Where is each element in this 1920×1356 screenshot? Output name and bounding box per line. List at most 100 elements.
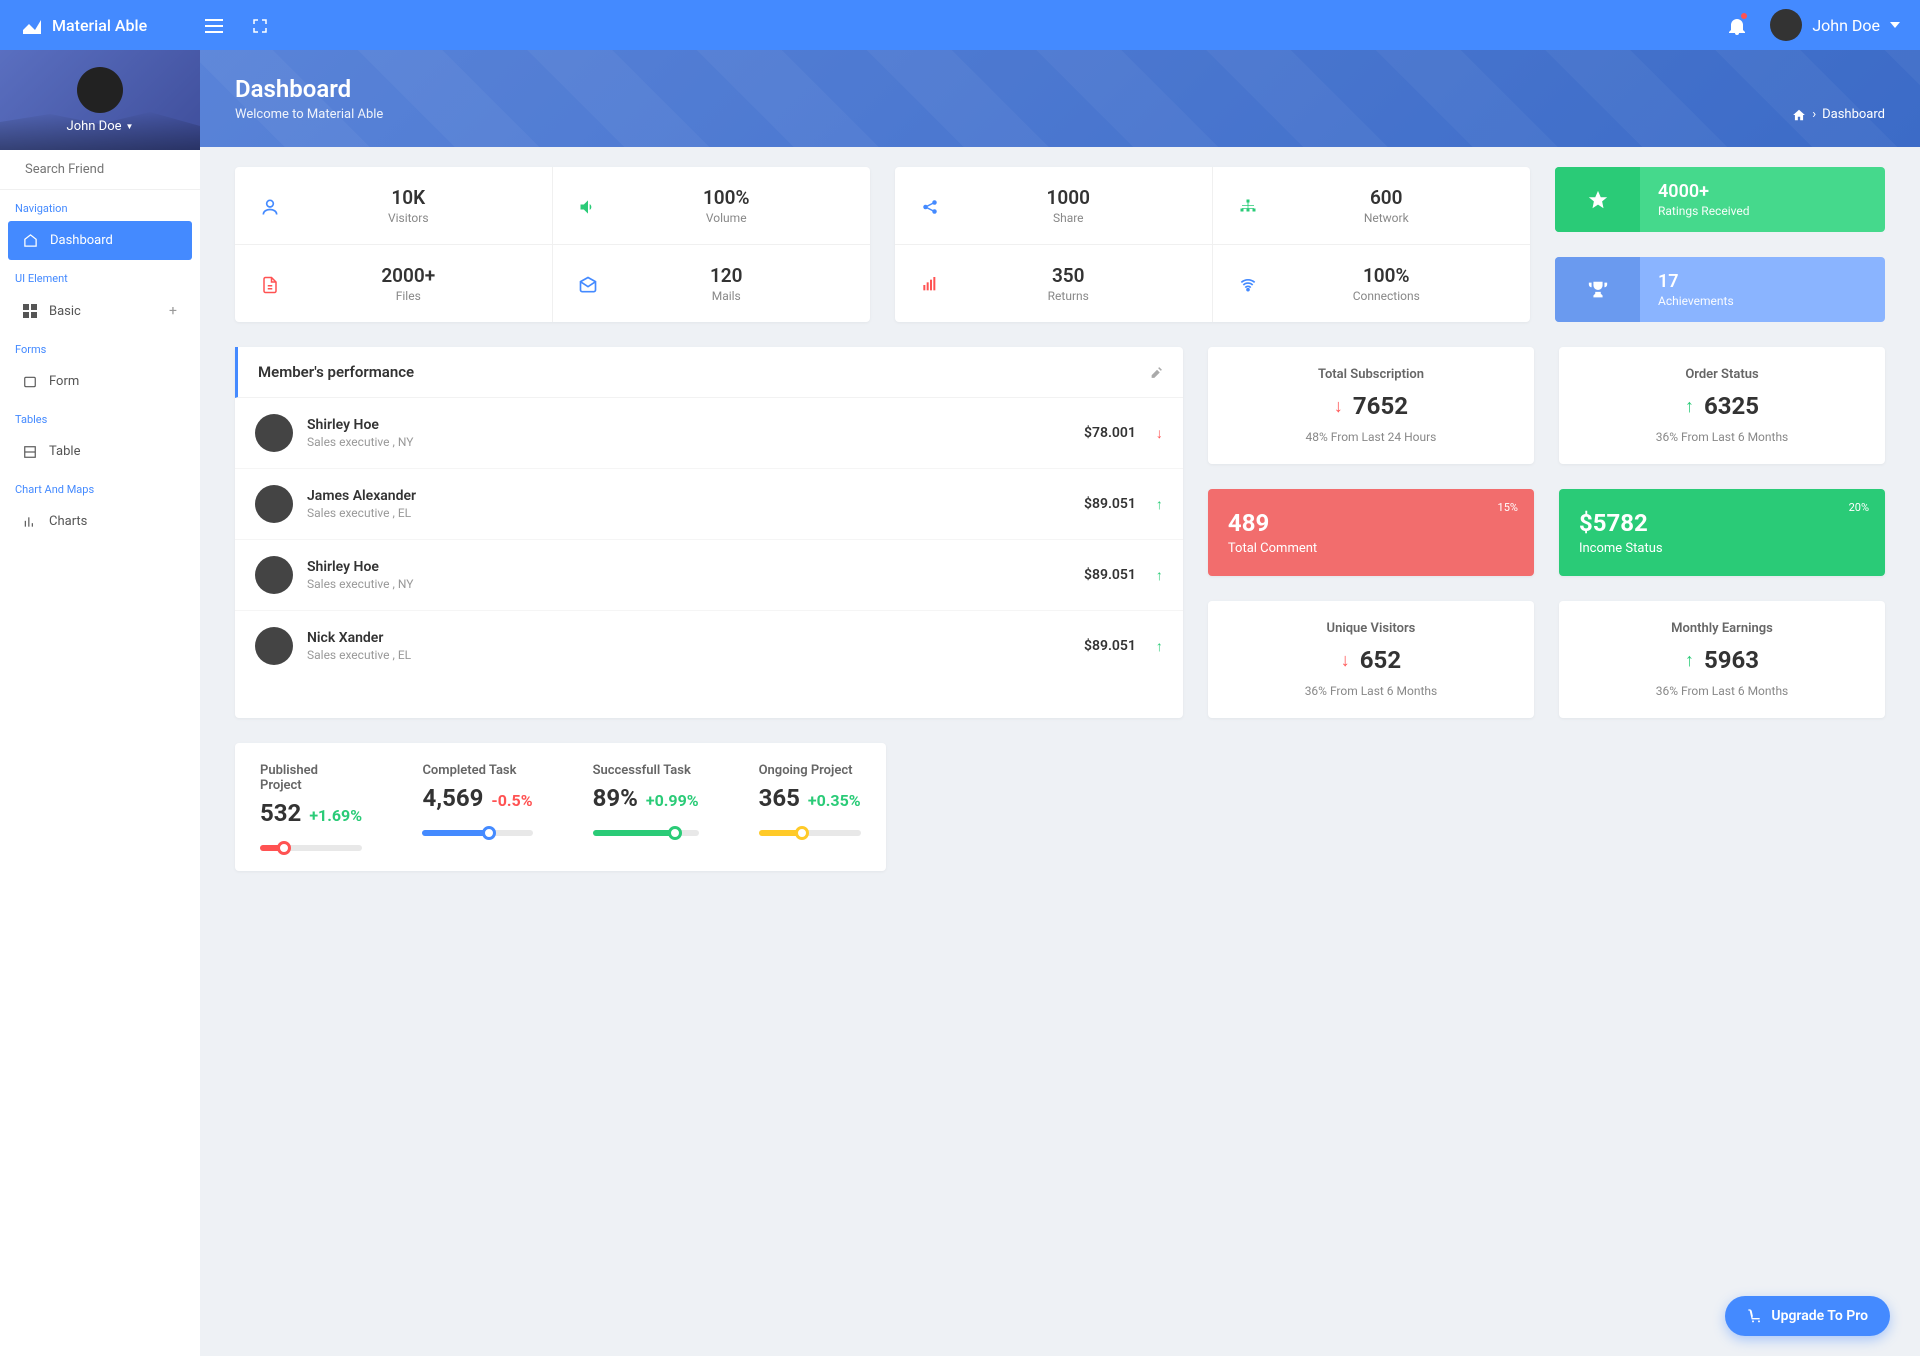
kpi-value: 489 bbox=[1228, 509, 1514, 537]
form-icon bbox=[23, 375, 37, 389]
home-icon bbox=[23, 233, 38, 248]
trend-down-icon: ↓ bbox=[1334, 396, 1343, 417]
progress-bar[interactable] bbox=[422, 830, 532, 836]
stat-cell: 120Mails bbox=[553, 245, 871, 322]
progress-bar[interactable] bbox=[593, 830, 699, 836]
kpi-note: 36% From Last 6 Months bbox=[1579, 430, 1865, 444]
logo[interactable]: Material Able bbox=[20, 13, 195, 37]
progress-knob[interactable] bbox=[482, 826, 496, 840]
project-stat: Published Project532+1.69% bbox=[260, 763, 362, 851]
avatar bbox=[255, 627, 293, 665]
avatar bbox=[255, 414, 293, 452]
page-subtitle: Welcome to Material Able bbox=[235, 107, 383, 122]
kpi-title: Unique Visitors bbox=[1228, 621, 1514, 636]
user-menu[interactable]: John Doe bbox=[1770, 9, 1900, 41]
performance-row[interactable]: Nick XanderSales executive , EL$89.051↑ bbox=[235, 611, 1183, 681]
kpi-total-comment[interactable]: 15% 489 Total Comment bbox=[1208, 489, 1534, 576]
performance-card: Member's performance Shirley HoeSales ex… bbox=[235, 347, 1183, 718]
kpi-card[interactable]: Unique Visitors↓65236% From Last 6 Month… bbox=[1208, 601, 1534, 718]
sidebar-item-dashboard[interactable]: Dashboard bbox=[8, 221, 192, 260]
member-amount: $89.051 bbox=[1084, 638, 1136, 654]
home-icon[interactable] bbox=[1792, 108, 1806, 122]
stat-icon bbox=[915, 272, 945, 296]
project-value: 532 bbox=[260, 799, 301, 827]
project-stat: Completed Task4,569-0.5% bbox=[422, 763, 532, 851]
sidebar-item-table[interactable]: Table bbox=[8, 432, 192, 471]
stat-cell: 100% Volume bbox=[553, 167, 871, 245]
section-tables: Tables bbox=[0, 401, 200, 432]
upgrade-button[interactable]: Upgrade To Pro bbox=[1725, 1296, 1890, 1336]
kpi-title: Order Status bbox=[1579, 367, 1865, 382]
nav-label: Basic bbox=[49, 304, 81, 319]
kpi-card[interactable]: Monthly Earnings↑596336% From Last 6 Mon… bbox=[1559, 601, 1885, 718]
project-change: +0.35% bbox=[808, 791, 861, 810]
stat-cell: 350Returns bbox=[895, 245, 1213, 322]
page-title: Dashboard bbox=[235, 75, 383, 103]
stat-value: 100% bbox=[603, 186, 851, 209]
notifications-icon[interactable] bbox=[1729, 15, 1745, 35]
kpi-note: 48% From Last 24 Hours bbox=[1228, 430, 1514, 444]
kpi-title: Monthly Earnings bbox=[1579, 621, 1865, 636]
stat-icon bbox=[255, 272, 285, 296]
breadcrumb-current: Dashboard bbox=[1822, 107, 1885, 122]
project-value: 89% bbox=[593, 784, 638, 812]
stat-value: 1000 bbox=[945, 186, 1192, 209]
stat-label: Volume bbox=[603, 211, 851, 225]
sidebar-item-charts[interactable]: Charts bbox=[8, 502, 192, 541]
performance-row[interactable]: James AlexanderSales executive , EL$89.0… bbox=[235, 469, 1183, 540]
sidebar-item-basic[interactable]: Basic + bbox=[8, 291, 192, 331]
chart-icon bbox=[23, 515, 37, 529]
kpi-value: $5782 bbox=[1579, 509, 1865, 537]
section-ui: UI Element bbox=[0, 260, 200, 291]
search-input[interactable] bbox=[25, 162, 191, 177]
project-value: 4,569 bbox=[422, 784, 483, 812]
sidebar-search[interactable] bbox=[0, 150, 200, 190]
stat-value: 600 bbox=[1263, 186, 1511, 209]
project-title: Published Project bbox=[260, 763, 362, 793]
member-role: Sales executive , NY bbox=[307, 577, 1070, 591]
stat-label: Visitors bbox=[285, 211, 532, 225]
tile-achievements[interactable]: 17Achievements bbox=[1555, 257, 1885, 322]
progress-knob[interactable] bbox=[277, 841, 291, 855]
kpi-column: Total Subscription↓765248% From Last 24 … bbox=[1208, 347, 1885, 718]
kpi-title: Total Subscription bbox=[1228, 367, 1514, 382]
project-change: +0.99% bbox=[646, 791, 699, 810]
sidebar-item-form[interactable]: Form bbox=[8, 362, 192, 401]
settings-icon[interactable] bbox=[1150, 366, 1163, 379]
kpi-card[interactable]: Total Subscription↓765248% From Last 24 … bbox=[1208, 347, 1534, 464]
section-forms: Forms bbox=[0, 331, 200, 362]
stat-value: 2000+ bbox=[285, 264, 532, 287]
trend-up-icon: ↑ bbox=[1156, 496, 1163, 513]
trend-down-icon: ↓ bbox=[1156, 425, 1163, 442]
stat-cell: 2000+Files bbox=[235, 245, 553, 322]
stat-icon bbox=[573, 194, 603, 218]
performance-row[interactable]: Shirley HoeSales executive , NY$78.001↓ bbox=[235, 398, 1183, 469]
kpi-pct: 15% bbox=[1498, 501, 1518, 514]
stat-value: 120 bbox=[603, 264, 851, 287]
avatar bbox=[1770, 9, 1802, 41]
stat-cell: 1000Share bbox=[895, 167, 1213, 245]
progress-knob[interactable] bbox=[795, 826, 809, 840]
member-amount: $89.051 bbox=[1084, 567, 1136, 583]
trophy-icon bbox=[1587, 279, 1609, 301]
avatar bbox=[77, 67, 123, 113]
fullscreen-icon[interactable] bbox=[253, 16, 267, 35]
card-title: Member's performance bbox=[258, 363, 414, 381]
performance-row[interactable]: Shirley HoeSales executive , NY$89.051↑ bbox=[235, 540, 1183, 611]
tile-column: 4000+Ratings Received 17Achievements bbox=[1555, 167, 1885, 322]
member-name: James Alexander bbox=[307, 488, 1070, 504]
stat-card-2: 1000Share600Network350Returns100%Connect… bbox=[895, 167, 1530, 322]
progress-bar[interactable] bbox=[260, 845, 362, 851]
stat-value: 100% bbox=[1263, 264, 1511, 287]
kpi-income-status[interactable]: 20% $5782 Income Status bbox=[1559, 489, 1885, 576]
stat-card-1: 10KVisitors100%Volume2000+Files120Mails bbox=[235, 167, 870, 322]
kpi-card[interactable]: Order Status↑632536% From Last 6 Months bbox=[1559, 347, 1885, 464]
tile-ratings[interactable]: 4000+Ratings Received bbox=[1555, 167, 1885, 232]
menu-toggle-icon[interactable] bbox=[205, 16, 223, 35]
project-title: Successfull Task bbox=[593, 763, 699, 778]
progress-bar[interactable] bbox=[759, 830, 861, 836]
progress-knob[interactable] bbox=[668, 826, 682, 840]
main: Dashboard Welcome to Material Able › Das… bbox=[200, 50, 1920, 1356]
tile-value: 17 bbox=[1658, 271, 1867, 292]
sidebar-profile[interactable]: John Doe ▼ bbox=[0, 50, 200, 150]
